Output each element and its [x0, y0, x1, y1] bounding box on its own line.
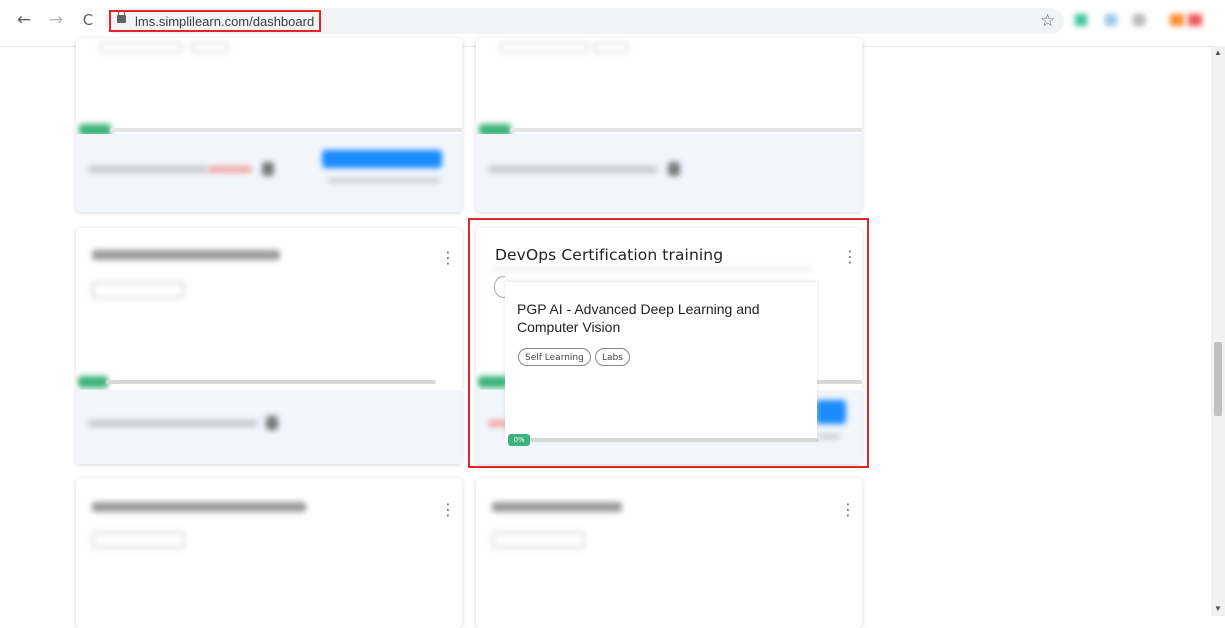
course-card[interactable]: ⋮ [76, 228, 462, 464]
course-title [492, 502, 622, 512]
card-menu-icon[interactable]: ⋮ [440, 502, 456, 518]
card-menu-icon[interactable]: ⋮ [440, 250, 456, 266]
scroll-up-arrow-icon[interactable]: ▲ [1214, 48, 1222, 57]
card-footer [76, 390, 462, 464]
action-button[interactable] [322, 150, 442, 168]
progress-track [106, 380, 436, 384]
course-card[interactable]: ⋮ [476, 478, 862, 628]
tag-chip [500, 42, 588, 53]
tag-chip [100, 42, 182, 53]
extension-icon[interactable] [1170, 14, 1184, 26]
course-title [92, 502, 306, 512]
extension-icon[interactable] [1105, 14, 1117, 26]
tag-chip [92, 282, 184, 298]
footer-text [488, 166, 658, 173]
course-card[interactable]: ⋮ [76, 478, 462, 628]
footer-text [88, 166, 208, 173]
footer-text [88, 420, 258, 427]
focus-highlight-box [468, 218, 869, 468]
tag-chip [594, 42, 628, 53]
course-card[interactable] [76, 38, 462, 212]
bookmark-star-icon[interactable]: ☆ [1040, 11, 1055, 31]
progress-chip [78, 376, 108, 388]
scroll-thumb[interactable] [1214, 342, 1222, 416]
extension-icon[interactable] [1188, 14, 1202, 26]
tag-chip [492, 532, 584, 548]
footer-icon [668, 162, 680, 176]
footer-icon [262, 162, 274, 176]
course-title [92, 250, 280, 260]
vertical-scrollbar[interactable]: ▲ ▼ [1211, 46, 1225, 616]
scroll-down-arrow-icon[interactable]: ▼ [1214, 604, 1222, 613]
footer-icon [266, 416, 278, 430]
reload-icon[interactable]: C [78, 10, 98, 30]
url-highlight-box [109, 10, 321, 32]
back-icon[interactable]: ← [14, 10, 34, 30]
tag-chip [92, 532, 184, 548]
course-card[interactable] [476, 38, 862, 212]
card-footer [76, 134, 462, 212]
extension-icon[interactable] [1075, 14, 1087, 26]
progress-track [110, 128, 462, 132]
card-footer [476, 134, 862, 212]
extension-icon[interactable] [1133, 14, 1145, 26]
card-menu-icon[interactable]: ⋮ [840, 502, 856, 518]
progress-track [510, 128, 862, 132]
forward-icon[interactable]: → [46, 10, 66, 30]
footer-subtext [328, 178, 440, 183]
tag-chip [192, 42, 228, 53]
footer-text [208, 166, 252, 173]
